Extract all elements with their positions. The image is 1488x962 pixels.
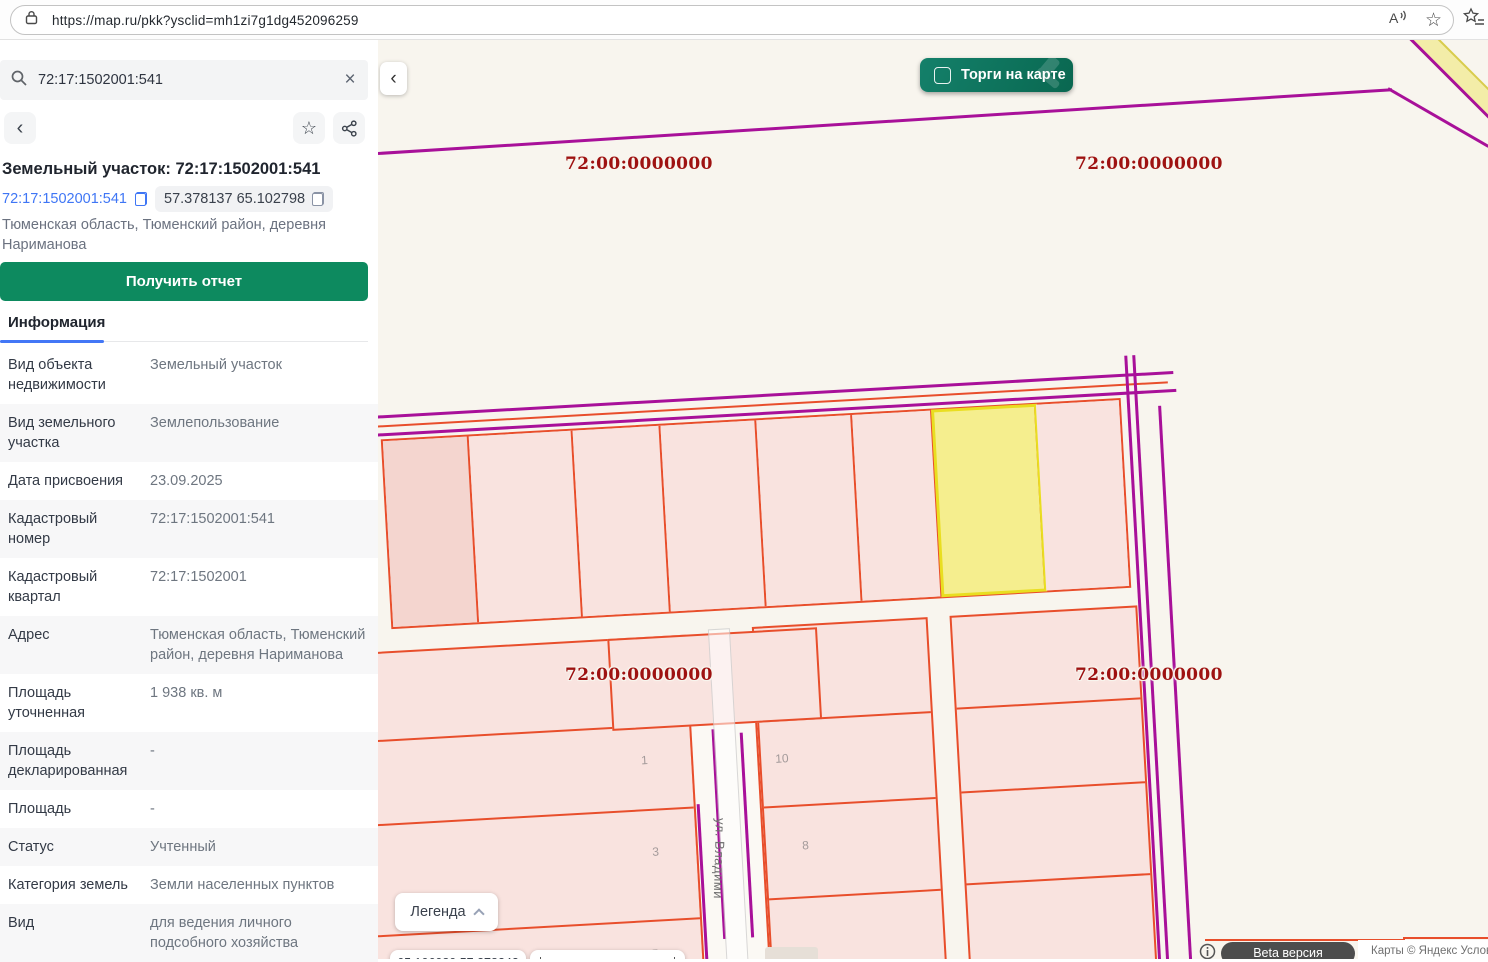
row-value: 1 938 кв. м	[140, 683, 368, 723]
legend-label: Легенда	[410, 904, 465, 920]
parcel[interactable]	[756, 415, 862, 606]
row-value: Земельный участок	[140, 355, 368, 395]
legend-button[interactable]: Легенда	[395, 893, 498, 931]
quarter-label: 72:00:0000000	[1075, 665, 1223, 685]
address-bar[interactable]: https://map.ru/pkk?ysclid=mh1zi7g1dg4520…	[10, 5, 1454, 35]
row-value: -	[140, 799, 368, 819]
cursor-coordinates: 65.106080 57.378242	[390, 950, 526, 959]
parcel[interactable]	[383, 436, 479, 627]
collections-icon[interactable]	[1462, 7, 1486, 34]
table-row: Кадастровый квартал72:17:1502001	[0, 558, 378, 616]
cadastral-number-link[interactable]: 72:17:1502001:541	[2, 191, 127, 207]
parcel[interactable]	[573, 426, 671, 617]
back-button[interactable]: ‹	[4, 112, 36, 144]
favorite-button[interactable]: ☆	[293, 112, 325, 144]
chevron-up-icon	[473, 908, 484, 919]
table-row: Площадь декларированная-	[0, 732, 378, 790]
table-row: АдресТюменская область, Тюменский район,…	[0, 616, 378, 674]
row-value: 72:17:1502001:541	[140, 509, 368, 549]
table-row: СтатусУчтенный	[0, 828, 378, 866]
coordinates-value: 57.378137 65.102798	[164, 191, 305, 207]
row-label: Площадь уточненная	[8, 683, 140, 723]
row-label: Адрес	[8, 625, 140, 665]
parcel-block-top-row	[381, 398, 1131, 629]
info-icon[interactable]	[1199, 943, 1216, 959]
quarter-label: 72:00:0000000	[565, 154, 713, 174]
svg-text:A: A	[1389, 10, 1399, 26]
parcel[interactable]	[469, 431, 583, 623]
coordinates-chip[interactable]: 57.378137 65.102798	[155, 186, 333, 212]
info-table: Вид объекта недвижимостиЗемельный участо…	[0, 346, 378, 962]
table-row: Площадь уточненная1 938 кв. м	[0, 674, 378, 732]
row-label: Площадь	[8, 799, 140, 819]
gavel-icon	[1025, 58, 1071, 92]
sidebar-panel: × ‹ ☆ Земельный участок: 72:17:1502001:5…	[0, 40, 378, 959]
favorite-star-icon[interactable]: ☆	[1425, 9, 1442, 32]
road-band	[1405, 40, 1488, 128]
row-label: Категория земель	[8, 875, 140, 895]
map-canvas[interactable]: 1 10 3 8 5 72:00:0000000 72:00:0000000 7…	[378, 40, 1488, 959]
parcel-number: 3	[652, 844, 659, 858]
row-label: Вид	[8, 913, 140, 953]
selected-parcel[interactable]	[932, 405, 1046, 597]
parcel-number: 10	[775, 751, 789, 766]
row-value: 72:17:1502001	[140, 567, 368, 607]
row-value: 23.09.2025	[140, 471, 368, 491]
collapse-sidebar-button[interactable]: ‹	[380, 62, 407, 95]
search-icon	[0, 70, 38, 91]
read-aloud-icon[interactable]: A	[1387, 9, 1409, 32]
row-label: Дата присвоения	[8, 471, 140, 491]
scale-bar: 50 m	[530, 950, 685, 959]
parcel[interactable]	[1036, 400, 1129, 590]
boundary-line	[378, 88, 1392, 155]
table-row: Площадь-	[0, 790, 378, 828]
row-label: Статус	[8, 837, 140, 857]
clear-search-icon[interactable]: ×	[332, 69, 368, 91]
table-row: Вид объекта недвижимостиЗемельный участо…	[0, 346, 378, 404]
row-label: Площадь декларированная	[8, 741, 140, 781]
parcel-block-right-column	[950, 605, 1164, 959]
row-value: Учтенный	[140, 837, 368, 857]
tab-information[interactable]: Информация	[8, 314, 105, 331]
row-value: Тюменская область, Тюменский район, дере…	[140, 625, 368, 665]
beta-badge: Beta версия	[1221, 942, 1355, 959]
search-bar: ×	[0, 60, 368, 100]
tab-active-underline	[0, 340, 104, 343]
url-text: https://map.ru/pkk?ysclid=mh1zi7g1dg4520…	[52, 13, 359, 28]
table-row: Виддля ведения личного подсобного хозяйс…	[0, 904, 378, 962]
row-value: Земли населенных пунктов	[140, 875, 368, 895]
table-row: Вид земельного участкаЗемлепользование	[0, 404, 378, 462]
table-row: Категория земельЗемли населенных пунктов	[0, 866, 378, 904]
row-value: -	[140, 741, 368, 781]
share-button[interactable]	[333, 112, 365, 144]
map-attribution[interactable]: Карты © Яндекс Условия	[1371, 945, 1488, 957]
parcel-number: 8	[802, 838, 809, 852]
parcel[interactable]	[660, 420, 766, 611]
object-address: Тюменская область, Тюменский район, дере…	[2, 215, 332, 256]
table-row: Кадастровый номер72:17:1502001:541	[0, 500, 378, 558]
torgi-toggle-button[interactable]: Торги на карте	[920, 58, 1073, 92]
building-footprint	[765, 947, 818, 959]
row-label: Вид объекта недвижимости	[8, 355, 140, 395]
page-title: Земельный участок: 72:17:1502001:541	[2, 160, 362, 179]
parcel-layer: 1 10 3 8 5	[378, 317, 1488, 959]
table-row: Дата присвоения23.09.2025	[0, 462, 378, 500]
frame-line	[1403, 937, 1488, 939]
row-value: Землепользование	[140, 413, 368, 453]
get-report-button[interactable]: Получить отчет	[0, 262, 368, 301]
parcel-number: 1	[641, 753, 648, 767]
row-label: Вид земельного участка	[8, 413, 140, 453]
row-value: для ведения личного подсобного хозяйства	[140, 913, 368, 953]
browser-toolbar: https://map.ru/pkk?ysclid=mh1zi7g1dg4520…	[0, 0, 1488, 40]
copy-icon[interactable]	[135, 192, 147, 206]
row-label: Кадастровый квартал	[8, 567, 140, 607]
parcel[interactable]	[852, 411, 942, 601]
copy-icon[interactable]	[312, 192, 324, 206]
row-label: Кадастровый номер	[8, 509, 140, 549]
lock-icon	[25, 10, 38, 30]
search-input[interactable]	[38, 72, 332, 88]
quarter-label: 72:00:0000000	[565, 665, 713, 685]
torgi-checkbox[interactable]	[934, 67, 951, 84]
quarter-label: 72:00:0000000	[1075, 154, 1223, 174]
